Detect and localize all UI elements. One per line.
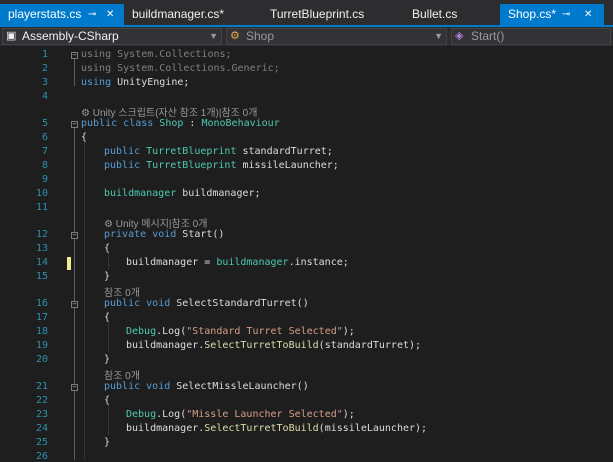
line-number: 8	[41, 160, 48, 171]
code-line: buildmanager buildmanager;	[104, 188, 261, 199]
code-line: {	[104, 312, 111, 323]
code-line: private void Start()	[104, 229, 225, 240]
line-number: 7	[41, 146, 48, 157]
outline-line	[74, 56, 75, 86]
collapse-toggle[interactable]: −	[71, 52, 78, 59]
line-number: 17	[35, 312, 48, 323]
line-number: 22	[35, 395, 48, 406]
codelens-references[interactable]: 참조 0개	[104, 367, 140, 382]
line-number: 6	[41, 132, 48, 143]
code-line: }	[104, 437, 111, 448]
tab-label: Bullet.cs	[412, 7, 458, 21]
collapse-toggle[interactable]: −	[71, 384, 78, 391]
project-name: Assembly-CSharp	[22, 29, 119, 43]
chevron-down-icon: ▼	[434, 31, 443, 41]
codelens-unity-script[interactable]: ⚙ Unity 스크립트(자산 참조 1개)|참조 0개	[81, 104, 257, 119]
code-editor[interactable]: 1 2 3 4 5 6 7 8 9 10 11 12 13 14 15 16 1…	[0, 46, 613, 462]
line-number: 26	[35, 451, 48, 462]
collapse-toggle[interactable]: −	[71, 301, 78, 308]
tab-turretblueprint[interactable]: TurretBlueprint.cs	[262, 4, 398, 25]
outline-line	[74, 125, 75, 460]
line-number: 9	[41, 174, 48, 185]
line-number: 4	[41, 91, 48, 102]
member-name: Start()	[471, 29, 505, 43]
line-number: 21	[35, 381, 48, 392]
pin-icon[interactable]: ⊸	[88, 4, 96, 25]
line-number: 11	[35, 202, 48, 213]
code-line: buildmanager.SelectTurretToBuild(missile…	[126, 423, 428, 434]
codelens-unity-message[interactable]: ⚙ Unity 메시지|참조 0개	[104, 215, 207, 230]
class-name: Shop	[246, 29, 275, 43]
close-icon[interactable]: ✕	[106, 4, 114, 25]
code-line: public void SelectStandardTurret()	[104, 298, 309, 309]
code-line: {	[104, 243, 111, 254]
collapse-toggle[interactable]: −	[71, 121, 78, 128]
modified-line-marker	[67, 257, 71, 270]
tab-shop[interactable]: Shop.cs* ⊸ ✕	[500, 4, 604, 25]
line-number: 23	[35, 409, 48, 420]
line-number: 20	[35, 354, 48, 365]
code-line: }	[104, 354, 111, 365]
tab-label: buildmanager.cs*	[132, 7, 225, 21]
method-icon: ◈	[455, 30, 464, 42]
codelens-references[interactable]: 참조 0개	[104, 284, 140, 299]
code-line: public class Shop : MonoBehaviour	[81, 118, 280, 129]
code-line: using UnityEngine;	[81, 77, 190, 88]
code-line: Debug.Log("Standard Turret Selected");	[126, 326, 355, 337]
tab-bullet[interactable]: Bullet.cs	[404, 4, 494, 25]
code-line: using System.Collections.Generic;	[81, 63, 280, 74]
code-line: buildmanager = buildmanager.instance;	[126, 257, 349, 268]
chevron-down-icon: ▼	[209, 31, 218, 41]
close-icon[interactable]: ✕	[584, 4, 592, 25]
class-icon: ⚙	[230, 30, 240, 42]
line-number: 25	[35, 437, 48, 448]
line-number: 5	[41, 118, 48, 129]
tab-buildmanager[interactable]: buildmanager.cs*	[124, 4, 254, 25]
line-number: 12	[35, 229, 48, 240]
code-line: using System.Collections;	[81, 49, 232, 60]
code-line: {	[81, 132, 88, 143]
indent-guide	[108, 323, 109, 352]
code-line: {	[104, 395, 111, 406]
project-dropdown[interactable]: ▣ Assembly-CSharp ▼	[2, 28, 222, 45]
member-dropdown[interactable]: ◈ Start()	[451, 28, 611, 45]
code-line: buildmanager.SelectTurretToBuild(standar…	[126, 340, 422, 351]
code-line: public TurretBlueprint standardTurret;	[104, 146, 333, 157]
document-tab-bar: playerstats.cs ⊸ ✕ buildmanager.cs* Turr…	[0, 0, 613, 25]
class-dropdown[interactable]: ⚙ Shop ▼	[226, 28, 447, 45]
tab-label: Shop.cs*	[508, 7, 557, 21]
pin-icon[interactable]: ⊸	[562, 4, 570, 25]
code-line: public void SelectMissleLauncher()	[104, 381, 309, 392]
tab-playerstats[interactable]: playerstats.cs ⊸ ✕	[0, 4, 124, 25]
indent-guide	[108, 254, 109, 269]
line-number: 24	[35, 423, 48, 434]
code-line: public TurretBlueprint missileLauncher;	[104, 160, 339, 171]
line-number: 19	[35, 340, 48, 351]
line-number: 3	[41, 77, 48, 88]
navigation-bar: ▣ Assembly-CSharp ▼ ⚙ Shop ▼ ◈ Start()	[0, 27, 613, 46]
line-number: 18	[35, 326, 48, 337]
line-number: 10	[35, 188, 48, 199]
tab-label: playerstats.cs	[8, 7, 82, 21]
csharp-project-icon: ▣	[6, 30, 17, 42]
line-number: 13	[35, 243, 48, 254]
indent-guide	[84, 143, 85, 460]
line-number: 16	[35, 298, 48, 309]
line-number: 14	[35, 257, 48, 268]
line-number: 1	[41, 49, 48, 60]
line-number: 15	[35, 271, 48, 282]
collapse-toggle[interactable]: −	[71, 232, 78, 239]
code-line: Debug.Log("Missle Launcher Selected");	[126, 409, 355, 420]
tab-label: TurretBlueprint.cs	[270, 7, 365, 21]
code-line: }	[104, 271, 111, 282]
indent-guide	[108, 406, 109, 435]
line-number: 2	[41, 63, 48, 74]
